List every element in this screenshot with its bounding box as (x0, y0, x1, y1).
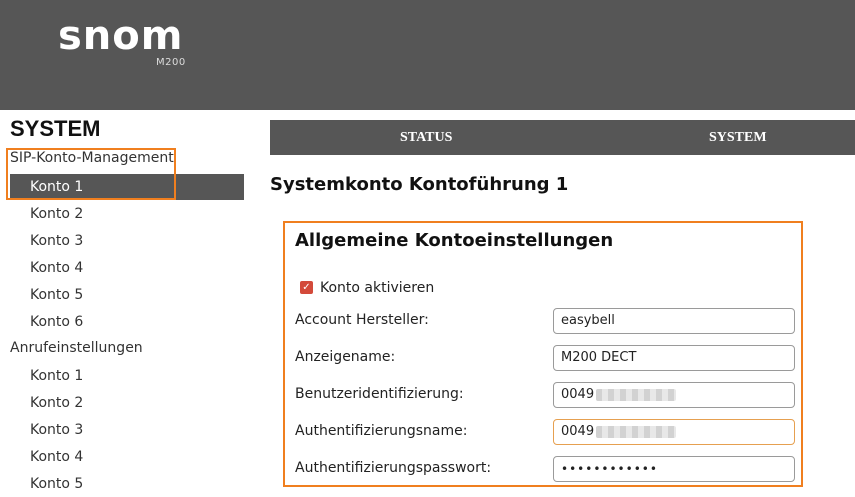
authentifizierungspasswort-label: Authentifizierungspasswort: (295, 460, 492, 476)
sidebar-item-sip-konto-5[interactable]: Konto 5 (10, 282, 244, 308)
sidebar-item-anruf-konto-3[interactable]: Konto 3 (10, 417, 244, 443)
sidebar-item-anruf-konto-5[interactable]: Konto 5 (10, 471, 244, 497)
konto-aktivieren-label[interactable]: Konto aktivieren (320, 280, 434, 296)
authentifizierungspasswort-field[interactable]: •••••••••••• (553, 456, 795, 482)
header-bar: snom M200 (0, 0, 855, 110)
account-settings-panel: Allgemeine Kontoeinstellungen ✓ Konto ak… (283, 221, 803, 487)
benutzeridentifizierung-label: Benutzeridentifizierung: (295, 386, 464, 402)
redacted-blur (596, 425, 677, 438)
redacted-blur (596, 388, 677, 401)
sidebar-item-sip-konto-2[interactable]: Konto 2 (10, 201, 244, 227)
sidebar-item-anruf-konto-4[interactable]: Konto 4 (10, 444, 244, 470)
page-title: Systemkonto Kontoführung 1 (270, 174, 569, 195)
authentifizierungsname-field[interactable]: 0049 (553, 419, 795, 445)
account-hersteller-value: easybell (561, 313, 615, 328)
account-hersteller-label: Account Hersteller: (295, 312, 429, 328)
snom-logo: snom (58, 13, 184, 59)
konto-aktivieren-checkbox[interactable]: ✓ (300, 281, 313, 294)
account-hersteller-field[interactable]: easybell (553, 308, 795, 334)
authentifizierungsname-label: Authentifizierungsname: (295, 423, 468, 439)
anzeigename-field[interactable]: M200 DECT (553, 345, 795, 371)
anzeigename-value: M200 DECT (561, 350, 637, 365)
sidebar-item-anruf-konto-2[interactable]: Konto 2 (10, 390, 244, 416)
top-tab-bar: STATUS SYSTEM (270, 120, 855, 155)
sidebar-item-sip-konto-4[interactable]: Konto 4 (10, 255, 244, 281)
model-label: M200 (156, 57, 186, 68)
authentifizierungspasswort-value: •••••••••••• (561, 462, 658, 476)
tab-status[interactable]: STATUS (400, 120, 452, 155)
sidebar-highlight-box (6, 148, 176, 200)
panel-title: Allgemeine Kontoeinstellungen (295, 230, 614, 251)
sidebar-item-anruf-konto-1[interactable]: Konto 1 (10, 363, 244, 389)
authentifizierungsname-value: 0049 (561, 424, 595, 439)
tab-system[interactable]: SYSTEM (709, 120, 767, 155)
sidebar-title: SYSTEM (10, 116, 101, 141)
benutzeridentifizierung-field[interactable]: 0049 (553, 382, 795, 408)
sidebar-group-anrufeinstellungen[interactable]: Anrufeinstellungen (10, 340, 143, 356)
sidebar-item-sip-konto-6[interactable]: Konto 6 (10, 309, 244, 335)
anzeigename-label: Anzeigename: (295, 349, 396, 365)
benutzeridentifizierung-value: 0049 (561, 387, 595, 402)
sidebar-item-sip-konto-3[interactable]: Konto 3 (10, 228, 244, 254)
